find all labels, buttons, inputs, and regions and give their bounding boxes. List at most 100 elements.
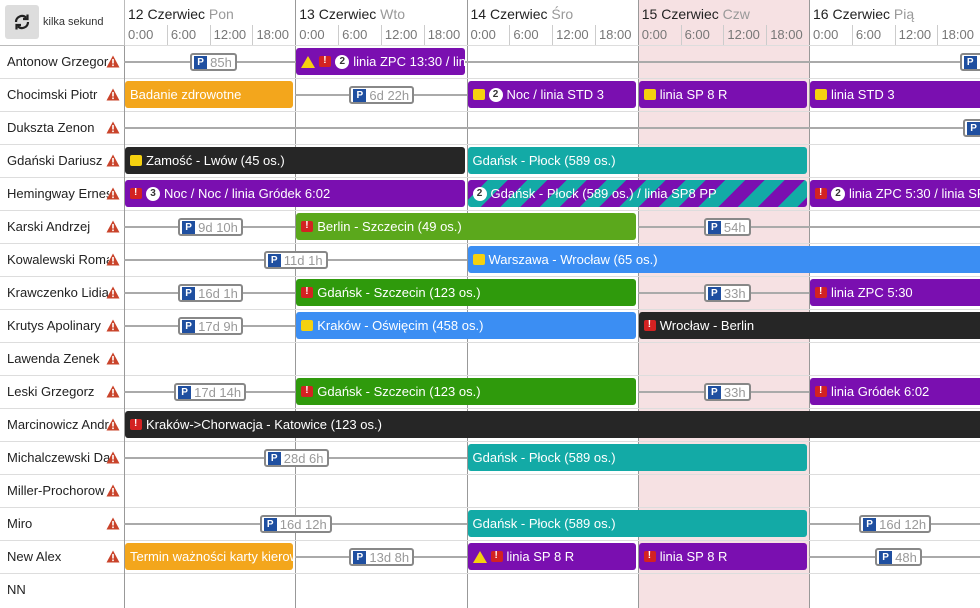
refresh-button[interactable]	[5, 5, 39, 39]
driver-name[interactable]: Gdański Dariusz	[7, 153, 109, 168]
day-date: 13 Czerwiec	[299, 6, 381, 22]
warning-icon[interactable]	[106, 187, 120, 200]
driver-name[interactable]: Antonow Grzegorz	[7, 54, 109, 69]
day-header: 16 Czerwiec Pią 0:00 6:00 12:00 18:00	[809, 0, 980, 45]
driver-name[interactable]: Hemingway Ernest	[7, 186, 109, 201]
parking-icon: P	[967, 121, 980, 135]
driver-name[interactable]: Kowalewski Roman	[7, 252, 109, 267]
schedule-bar[interactable]: Wrocław - Berlin	[638, 312, 980, 339]
schedule-bar[interactable]: 2 Gdańsk - Płock (589 os.) / linia SP8 PP	[467, 180, 807, 207]
schedule-bar[interactable]: Termin ważności karty kierowcy	[125, 543, 294, 570]
warning-icon[interactable]	[106, 418, 120, 431]
day-header: 15 Czerwiec Czw 0:00 6:00 12:00 18:00	[638, 0, 809, 45]
schedule-bar[interactable]: linia SP 8 R	[638, 543, 807, 570]
schedule-bar[interactable]: 2linia ZPC 13:30 / linia	[296, 48, 465, 75]
schedule-bar[interactable]: Gdańsk - Płock (589 os.)	[467, 147, 807, 174]
bar-label: linia ZPC 13:30 / linia	[353, 54, 465, 69]
pause-badge[interactable]: P6	[959, 53, 980, 71]
schedule-bar[interactable]: Gdańsk - Szczecin (123 os.)	[296, 279, 636, 306]
schedule-bar[interactable]: 2 linia ZPC 5:30 / linia SP	[810, 180, 980, 207]
warning-icon[interactable]	[106, 253, 120, 266]
driver-name[interactable]: Krawczenko Lidia	[7, 285, 109, 300]
bar-label: Warszawa - Wrocław (65 os.)	[488, 252, 658, 267]
parking-icon: P	[178, 385, 192, 399]
bar-label: linia STD 3	[831, 87, 895, 102]
warning-icon[interactable]	[106, 55, 120, 68]
schedule-bar[interactable]: linia STD 3	[810, 81, 980, 108]
pause-badge[interactable]: P 17d 14h	[174, 383, 247, 401]
driver-name[interactable]: Michalczewski Dariusz	[7, 450, 109, 465]
row-divider	[0, 408, 980, 409]
schedule-bar[interactable]: Berlin - Szczecin (49 os.)	[296, 213, 636, 240]
parking-icon: P	[194, 55, 208, 69]
pause-badge[interactable]: P 54h	[703, 218, 751, 236]
pause-badge[interactable]: P 16d 1h	[178, 284, 243, 302]
warning-icon[interactable]	[106, 352, 120, 365]
schedule-bar[interactable]: 2 Noc / linia STD 3	[467, 81, 636, 108]
pause-badge[interactable]: P 16d 12h	[259, 515, 332, 533]
schedule-bar[interactable]: Warszawa - Wrocław (65 os.)	[467, 246, 980, 273]
warning-icon[interactable]	[106, 154, 120, 167]
schedule-bar[interactable]: linia Gródek 6:02	[810, 378, 980, 405]
bar-label: Badanie zdrowotne	[130, 87, 242, 102]
driver-name[interactable]: Lawenda Zenek	[7, 351, 109, 366]
schedule-bar[interactable]: linia SP 8 R	[467, 543, 636, 570]
pause-badge[interactable]: P 85h	[190, 53, 237, 71]
driver-name[interactable]: NN	[7, 582, 109, 597]
pause-badge[interactable]: P10	[963, 119, 980, 137]
pause-duration: 33h	[723, 285, 746, 301]
schedule-bar[interactable]: Kraków->Chorwacja - Katowice (123 os.)	[125, 411, 980, 438]
schedule-bar[interactable]: Kraków - Oświęcim (458 os.)	[296, 312, 636, 339]
hour-label: 12:00	[727, 27, 760, 42]
driver-name[interactable]: Leski Grzegorz	[7, 384, 109, 399]
count-badge: 2	[335, 54, 350, 69]
bar-label: Zamość - Lwów (45 os.)	[146, 153, 285, 168]
warning-icon[interactable]	[106, 385, 120, 398]
driver-name[interactable]: Chocimski Piotr	[7, 87, 109, 102]
pause-badge[interactable]: P 11d 1h	[263, 251, 328, 269]
schedule-bar[interactable]: Zamość - Lwów (45 os.)	[125, 147, 465, 174]
day-title: 15 Czerwiec Czw	[642, 6, 750, 22]
row-divider	[0, 441, 980, 442]
warning-icon[interactable]	[106, 220, 120, 233]
schedule-bar[interactable]: linia ZPC 5:30	[810, 279, 980, 306]
warning-icon[interactable]	[106, 88, 120, 101]
driver-name[interactable]: Marcinowicz Andrzej	[7, 417, 109, 432]
driver-name[interactable]: Krutys Apolinary	[7, 318, 109, 333]
pause-badge[interactable]: P 48h	[875, 548, 922, 566]
schedule-bar[interactable]: Gdańsk - Szczecin (123 os.)	[296, 378, 636, 405]
driver-name[interactable]: Miller-Prochorow Marek	[7, 483, 109, 498]
hour-label: 6:00	[170, 27, 197, 42]
driver-name[interactable]: Miro	[7, 516, 109, 531]
driver-name[interactable]: Dukszta Zenon	[7, 120, 109, 135]
pause-badge[interactable]: P 13d 8h	[349, 548, 415, 566]
day-date: 14 Czerwiec	[470, 6, 552, 22]
warning-icon[interactable]	[106, 484, 120, 497]
pause-badge[interactable]: P 33h	[703, 284, 751, 302]
bar-label: Kraków->Chorwacja - Katowice (123 os.)	[146, 417, 382, 432]
schedule-bar[interactable]: linia SP 8 R	[638, 81, 807, 108]
schedule-bar[interactable]: Gdańsk - Płock (589 os.)	[467, 444, 807, 471]
schedule-bar[interactable]: Badanie zdrowotne	[125, 81, 294, 108]
pause-badge[interactable]: P 16d 12h	[859, 515, 932, 533]
pause-badge[interactable]: P 17d 9h	[178, 317, 243, 335]
schedule-bar[interactable]: 3 Noc / Noc / linia Gródek 6:02	[125, 180, 465, 207]
driver-name[interactable]: New Alex	[7, 549, 109, 564]
parking-icon: P	[267, 253, 281, 267]
pause-badge[interactable]: P 33h	[703, 383, 751, 401]
pause-badge[interactable]: P 28d 6h	[263, 449, 329, 467]
pause-badge[interactable]: P 9d 10h	[178, 218, 243, 236]
warning-icon[interactable]	[106, 517, 120, 530]
bar-label: linia ZPC 5:30	[831, 285, 913, 300]
timeline-track	[124, 61, 980, 63]
warning-icon[interactable]	[106, 286, 120, 299]
hour-label: 18:00	[427, 27, 461, 42]
warning-icon[interactable]	[106, 451, 120, 464]
pause-badge[interactable]: P 6d 22h	[349, 86, 415, 104]
warning-icon[interactable]	[106, 550, 120, 563]
warning-icon[interactable]	[106, 319, 120, 332]
driver-name[interactable]: Karski Andrzej	[7, 219, 109, 234]
schedule-bar[interactable]: Gdańsk - Płock (589 os.)	[467, 510, 807, 537]
day-of-week: Pon	[208, 6, 234, 22]
warning-icon[interactable]	[106, 121, 120, 134]
